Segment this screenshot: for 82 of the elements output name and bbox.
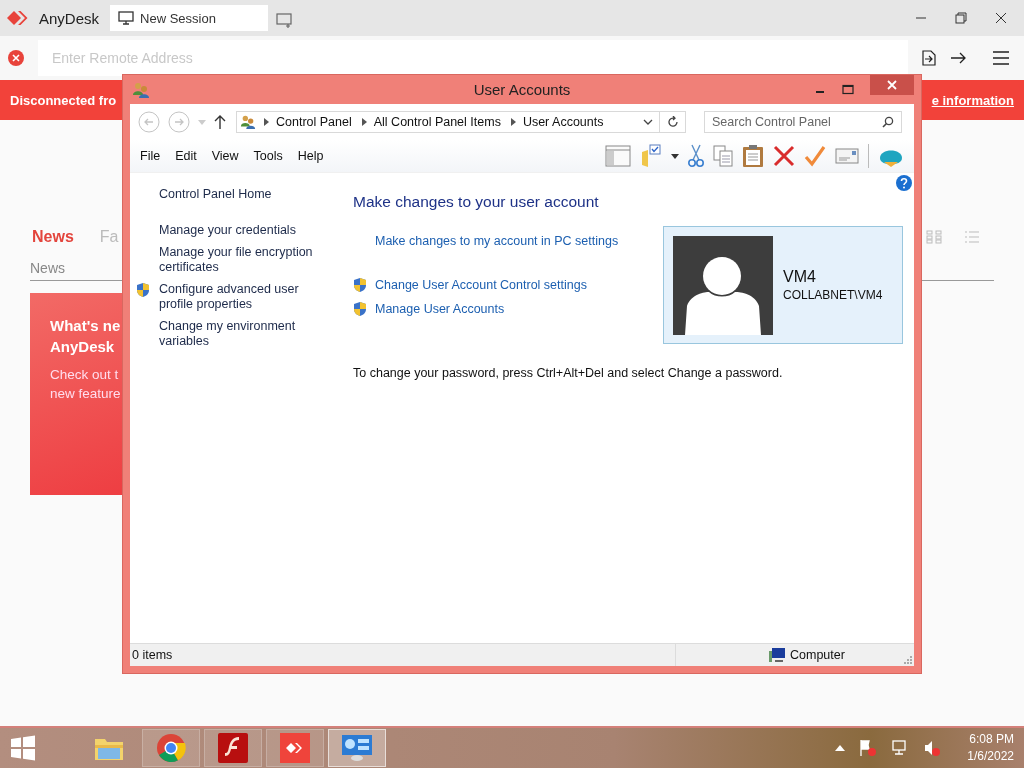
app-name: AnyDesk <box>39 9 100 27</box>
close-icon <box>887 80 897 90</box>
window-title: User Accounts <box>472 81 572 98</box>
flag-warning-icon[interactable] <box>859 739 878 757</box>
news-tab[interactable]: News <box>30 228 74 246</box>
page-heading: Make changes to your user account <box>353 193 600 211</box>
chevron-right-icon[interactable] <box>510 118 516 126</box>
restore-icon[interactable] <box>955 12 967 24</box>
disconnected-icon <box>8 50 24 66</box>
item-count: 0 items <box>132 644 676 666</box>
sidebar-link[interactable]: Configure advanced user profile properties <box>159 282 319 312</box>
anydesk-icon <box>280 733 310 763</box>
flash-player-icon <box>218 733 248 763</box>
maximize-icon[interactable] <box>842 83 854 96</box>
checkmark-icon[interactable] <box>804 145 826 167</box>
properties-card-icon[interactable] <box>835 148 859 164</box>
menu-item[interactable]: Help <box>297 149 324 163</box>
scissors-icon[interactable] <box>688 144 704 168</box>
menu-item[interactable]: Tools <box>253 149 283 163</box>
delete-icon[interactable] <box>773 145 795 167</box>
users-icon <box>132 80 150 99</box>
task-link[interactable]: Manage User Accounts <box>375 301 505 317</box>
user-avatar-icon <box>673 235 773 335</box>
sidebar-link[interactable]: Change my environment variables <box>159 319 319 349</box>
account-name: VM4 <box>783 268 817 286</box>
breadcrumb-item[interactable]: User Accounts <box>522 115 604 129</box>
new-session-icon[interactable] <box>276 12 295 28</box>
speaker-muted-icon[interactable] <box>923 739 942 757</box>
chevron-right-icon[interactable] <box>361 118 367 126</box>
session-tab[interactable]: New Session <box>110 5 269 31</box>
card-title: AnyDesk <box>50 337 116 357</box>
start-icon[interactable] <box>10 735 36 761</box>
banner-message: Disconnected fro <box>10 92 117 108</box>
control-panel-icon <box>341 733 373 763</box>
computer-icon <box>768 647 786 663</box>
monitor-icon <box>118 11 135 25</box>
folder-check-icon[interactable] <box>640 144 662 168</box>
menu-item[interactable]: File <box>140 149 161 163</box>
taskbar-button[interactable] <box>204 729 262 767</box>
menu-item[interactable]: Edit <box>175 149 197 163</box>
clock-date[interactable]: 1/6/2022 <box>967 748 1014 765</box>
connect-arrow-icon[interactable] <box>950 52 966 64</box>
address-bar[interactable]: Control Panel All Control Panel Items User Accounts <box>236 111 660 133</box>
card-text: Check out t <box>50 366 120 384</box>
help-icon[interactable] <box>896 175 912 191</box>
breadcrumb-item[interactable]: Control Panel <box>276 115 352 129</box>
card-text: new feature <box>50 385 122 403</box>
clipboard-icon[interactable] <box>742 144 764 168</box>
taskbar-button[interactable] <box>328 729 386 767</box>
caret-icon[interactable] <box>671 153 679 159</box>
search-icon[interactable] <box>882 116 894 128</box>
account-domain: COLLABNET\VM4 <box>783 288 883 302</box>
sidebar-link[interactable]: Control Panel Home <box>159 187 319 202</box>
close-button[interactable] <box>870 75 914 95</box>
taskbar-button[interactable] <box>266 729 324 767</box>
password-note: To change your password, press Ctrl+Alt+Del and select Change a password. <box>353 366 784 380</box>
file-transfer-icon[interactable] <box>922 50 936 66</box>
users-icon <box>239 114 257 130</box>
refresh-button[interactable] <box>660 111 686 133</box>
task-link[interactable]: Change User Account Control settings <box>375 277 587 293</box>
security-zone: Computer <box>790 648 845 662</box>
menu-icon[interactable] <box>992 50 1010 66</box>
task-link[interactable]: Make changes to my account in PC settings <box>375 234 619 249</box>
up-arrow-icon[interactable] <box>214 115 226 129</box>
resize-grip-icon[interactable] <box>904 656 912 664</box>
chevron-right-icon[interactable] <box>264 118 269 126</box>
sidebar-link[interactable]: Manage your file encryption certificates <box>159 245 319 275</box>
section-heading: News <box>30 260 65 276</box>
sidebar-link[interactable]: Manage your credentials <box>159 223 319 238</box>
clock-time[interactable]: 6:08 PM <box>969 731 1014 748</box>
card-title: What's ne <box>50 316 122 336</box>
browser-icon <box>156 733 186 763</box>
taskbar-button[interactable] <box>142 729 200 767</box>
more-information-link[interactable]: e information <box>931 92 1014 108</box>
menu-item[interactable]: View <box>211 149 239 163</box>
refresh-icon <box>666 116 679 128</box>
copy-icon[interactable] <box>713 145 733 167</box>
chevron-down-icon[interactable] <box>643 119 653 125</box>
search-field[interactable]: Search Control Panel <box>704 111 902 133</box>
breadcrumb-item[interactable]: All Control Panel Items <box>373 115 501 129</box>
close-icon[interactable] <box>995 12 1007 24</box>
show-hidden-icons-icon[interactable] <box>835 745 846 751</box>
